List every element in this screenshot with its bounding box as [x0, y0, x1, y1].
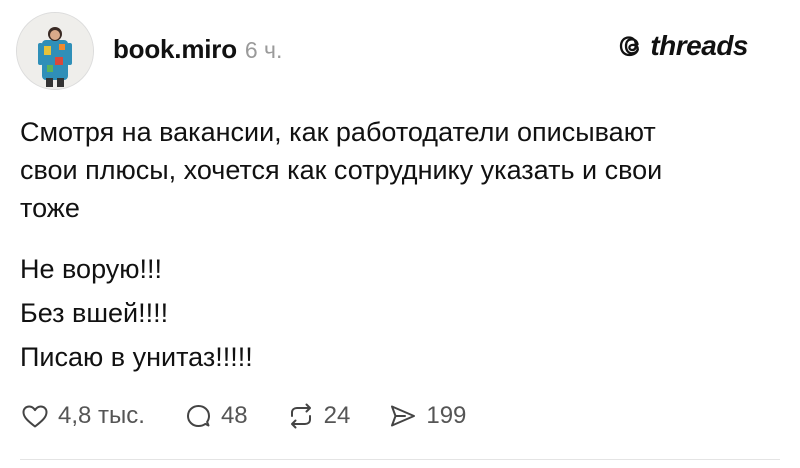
comment-count: 48	[220, 402, 248, 429]
share-button[interactable]: 199	[388, 401, 466, 431]
send-icon	[391, 405, 416, 427]
like-count: 4,8 тыс.	[58, 402, 145, 429]
post-paragraph: Смотря на вакансии, как работодатели опи…	[20, 113, 790, 227]
post-line: Без вшей!!!!	[20, 298, 169, 328]
repost-count: 24	[323, 402, 351, 429]
post-line: Писаю в унитаз!!!!!	[20, 342, 253, 372]
action-bar: 4,8 тыс. 48 24 199	[20, 401, 504, 431]
repost-icon	[290, 403, 311, 429]
share-count: 199	[426, 402, 467, 429]
threads-logo-icon	[620, 36, 640, 57]
brand-text: threads	[650, 30, 748, 61]
avatar-image	[17, 13, 93, 89]
post-body: Смотря на вакансии, как работодатели опи…	[20, 113, 790, 381]
paragraph-line: свои плюсы, хочется как сотруднику указа…	[20, 155, 663, 185]
like-button[interactable]: 4,8 тыс.	[20, 401, 145, 431]
timestamp: 6 ч.	[244, 37, 283, 63]
username[interactable]: book.miro	[113, 34, 237, 65]
paragraph-line: тоже	[20, 193, 80, 223]
post-line: Не ворую!!!	[20, 254, 163, 284]
heart-icon	[22, 405, 48, 428]
avatar[interactable]	[16, 12, 94, 90]
post-card: book.miro 6 ч. threads Смотря на ваканси…	[0, 0, 800, 468]
comment-bubble-icon	[186, 405, 210, 427]
post-header: book.miro 6 ч.	[113, 34, 282, 65]
threads-brand: threads	[618, 30, 748, 62]
divider	[20, 459, 780, 460]
comment-button[interactable]: 48	[183, 401, 248, 431]
paragraph-line: Смотря на вакансии, как работодатели опи…	[20, 117, 656, 147]
repost-button[interactable]: 24	[286, 401, 351, 431]
